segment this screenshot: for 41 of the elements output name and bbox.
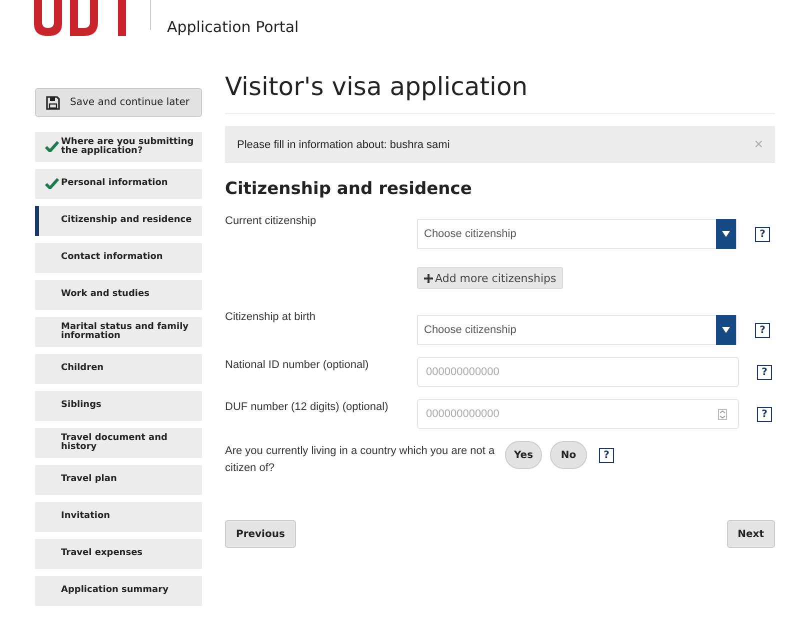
previous-button[interactable]: Previous xyxy=(225,520,296,548)
field-label: DUF number (12 digits) (optional) xyxy=(225,400,390,415)
step-item[interactable]: Travel document and history xyxy=(35,428,202,458)
field-label: Citizenship at birth xyxy=(225,310,316,325)
step-item[interactable]: Personal information xyxy=(35,169,202,199)
caret-icon xyxy=(722,231,730,237)
help-button[interactable]: ? xyxy=(755,226,770,242)
caret-icon xyxy=(722,327,730,333)
page-title: Visitor's visa application xyxy=(225,72,775,114)
help-button[interactable]: ? xyxy=(599,448,614,462)
step-item[interactable]: Travel expenses xyxy=(35,539,202,569)
input-field[interactable]: 000000000000 xyxy=(417,399,739,429)
add-citizenship-button[interactable]: Add more citizenships xyxy=(417,267,564,289)
step-item[interactable]: Citizenship and residence xyxy=(35,206,202,236)
next-button[interactable]: Next xyxy=(726,520,775,548)
citizenship-dropdown[interactable]: Choose citizenship xyxy=(417,219,737,249)
field-label: National ID number (optional) xyxy=(225,358,370,373)
step-item[interactable]: Where are you submitting the application? xyxy=(35,132,202,162)
spinner-icon xyxy=(718,409,727,420)
step-item[interactable]: Work and studies xyxy=(35,280,202,310)
help-button[interactable]: ? xyxy=(755,322,770,338)
step-item[interactable]: Siblings xyxy=(35,391,202,421)
input-field[interactable]: 000000000000 xyxy=(417,357,739,387)
step-item[interactable]: Travel plan xyxy=(35,465,202,495)
notice-text: Please fill in information about: bushra sami xyxy=(237,138,450,150)
portal-title: Application Portal xyxy=(167,18,299,36)
save-button[interactable]: Save and continue later xyxy=(35,88,202,117)
field-label: Current citizenship xyxy=(225,214,318,229)
step-item[interactable]: Children xyxy=(35,354,202,384)
field-label: Are you currently living in a country which you are not a citizen of? xyxy=(225,444,496,476)
section-title: Citizenship and residence xyxy=(225,179,473,199)
step-item[interactable]: Invitation xyxy=(35,502,202,532)
answer-button[interactable]: No xyxy=(550,441,587,469)
help-button[interactable]: ? xyxy=(757,364,772,380)
answer-button[interactable]: Yes xyxy=(505,441,542,469)
step-item[interactable]: Contact information xyxy=(35,243,202,273)
citizenship-dropdown[interactable]: Choose citizenship xyxy=(417,315,737,345)
plus-icon xyxy=(424,274,433,282)
step-item[interactable]: Marital status and family information xyxy=(35,317,202,347)
step-item[interactable]: Application summary xyxy=(35,576,202,606)
help-button[interactable]: ? xyxy=(757,406,772,422)
